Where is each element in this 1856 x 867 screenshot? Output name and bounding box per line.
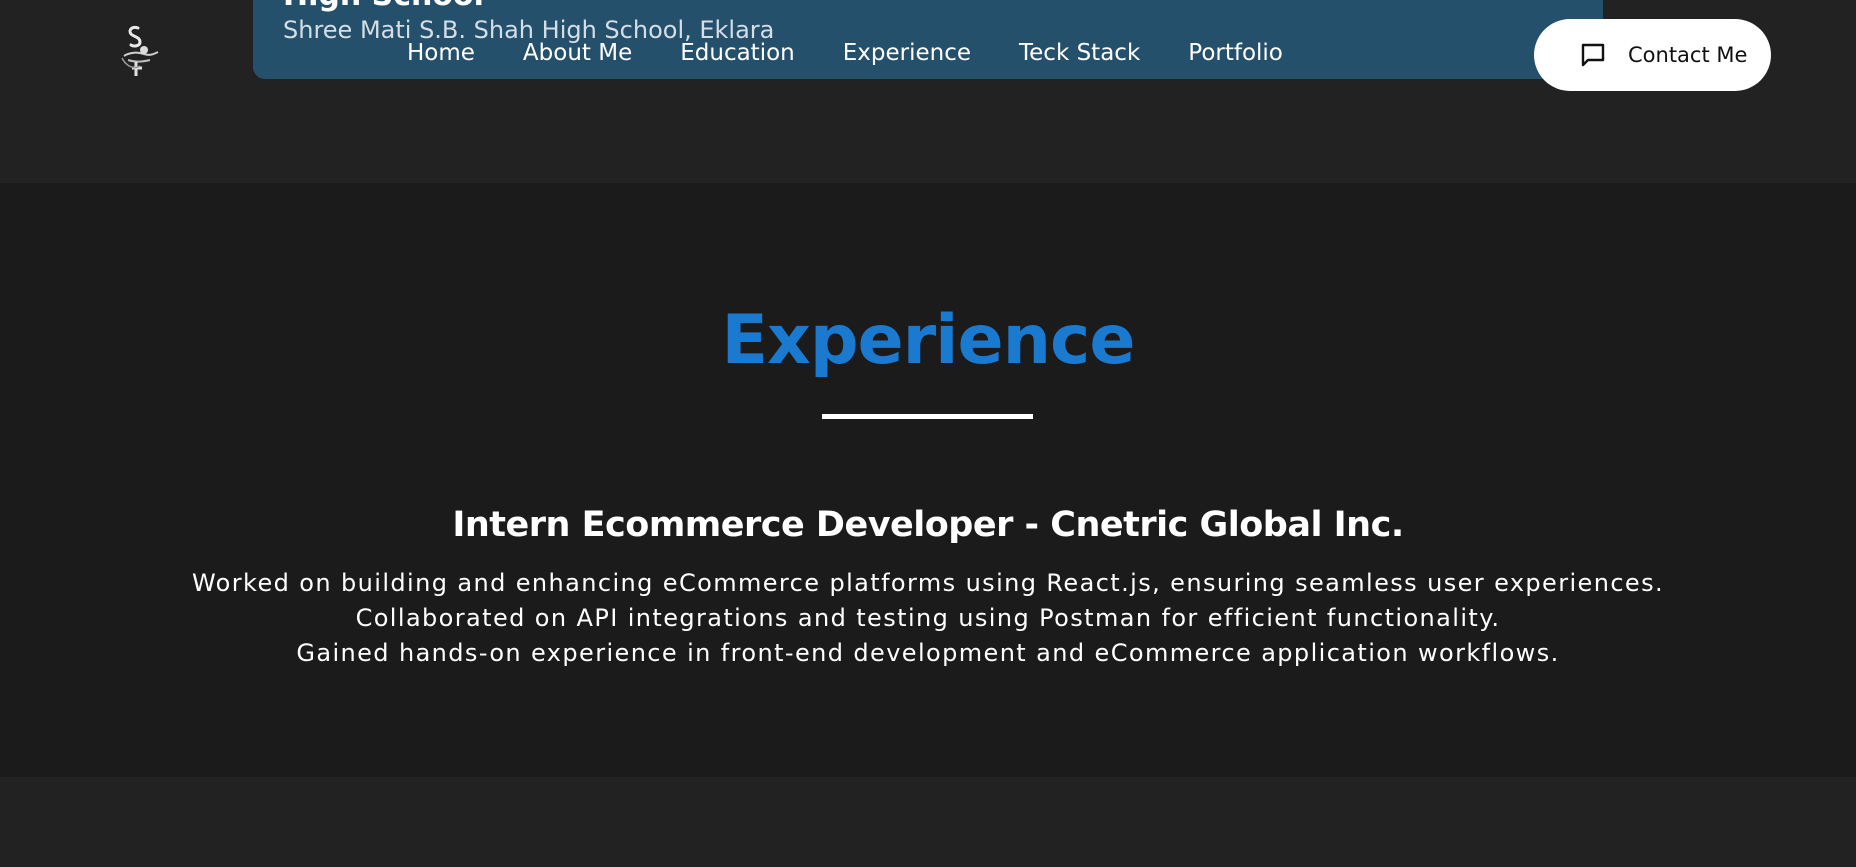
job-description-line: Collaborated on API integrations and tes… bbox=[355, 604, 1501, 632]
header-area: High School Shree Mati S.B. Shah High Sc… bbox=[0, 0, 1856, 183]
nav-about-me[interactable]: About Me bbox=[523, 40, 632, 66]
contact-me-label: Contact Me bbox=[1628, 43, 1748, 67]
heading-underline bbox=[822, 414, 1033, 419]
nav-portfolio[interactable]: Portfolio bbox=[1188, 40, 1283, 66]
education-card-title: High School bbox=[283, 0, 484, 13]
job-description: Worked on building and enhancing eCommer… bbox=[0, 566, 1856, 671]
job-title: Intern Ecommerce Developer - Cnetric Glo… bbox=[452, 505, 1404, 545]
swan-logo-icon[interactable] bbox=[114, 22, 164, 80]
experience-section: Experience Intern Ecommerce Developer - … bbox=[0, 183, 1856, 777]
chat-icon bbox=[1580, 42, 1606, 68]
nav-experience[interactable]: Experience bbox=[843, 40, 971, 66]
next-section-area bbox=[0, 777, 1856, 867]
nav-home[interactable]: Home bbox=[407, 40, 475, 66]
job-description-line: Gained hands-on experience in front-end … bbox=[296, 639, 1560, 667]
contact-me-button[interactable]: Contact Me bbox=[1534, 19, 1771, 91]
nav-teck-stack[interactable]: Teck Stack bbox=[1019, 40, 1140, 66]
nav-education[interactable]: Education bbox=[680, 40, 795, 66]
job-description-line: Worked on building and enhancing eCommer… bbox=[191, 569, 1665, 597]
section-heading: Experience bbox=[721, 301, 1136, 380]
main-nav: Home About Me Education Experience Teck … bbox=[407, 40, 1331, 66]
